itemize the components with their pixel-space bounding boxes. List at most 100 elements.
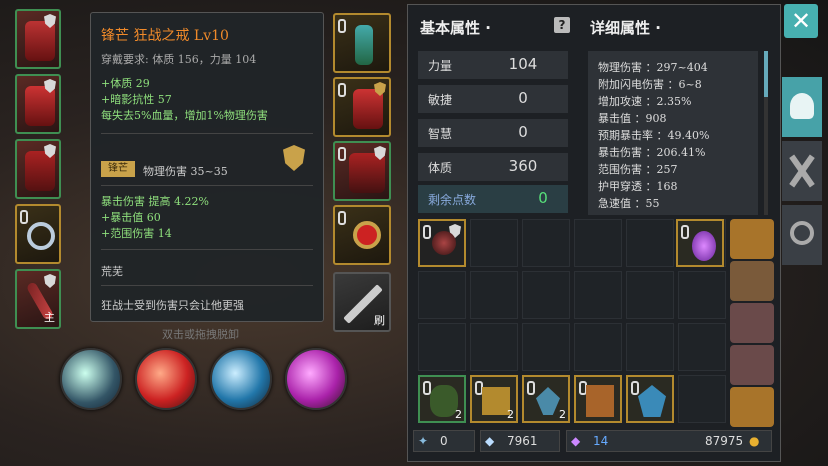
gem-icon bbox=[638, 385, 666, 417]
helmet-tab-icon bbox=[790, 93, 814, 119]
detail-line: 护甲穿透 ：168 bbox=[598, 180, 678, 193]
attr-remaining-points: 剩余点数 0 bbox=[418, 185, 568, 213]
inventory-cell[interactable] bbox=[522, 271, 570, 319]
inventory-item-crystal-shard[interactable]: 2 bbox=[522, 375, 570, 423]
chain-icon bbox=[20, 210, 28, 224]
book-icon bbox=[586, 385, 614, 417]
equip-slot-gloves[interactable] bbox=[333, 77, 391, 137]
skill-dark-strike[interactable] bbox=[285, 348, 347, 410]
inventory-cell[interactable] bbox=[626, 323, 674, 371]
equip-slot-helmet[interactable] bbox=[15, 9, 61, 69]
inventory-cell[interactable] bbox=[678, 323, 726, 371]
item-crit-1: 暴击伤害 提高 4.22% bbox=[101, 195, 209, 208]
tab-weapons[interactable] bbox=[782, 141, 822, 201]
item-flavor: 狂战士受到伤害只会让他更强 bbox=[101, 299, 244, 312]
skill-claw[interactable] bbox=[135, 348, 197, 410]
scroll-icon bbox=[482, 387, 510, 415]
crystal-icon bbox=[536, 387, 560, 415]
inventory-cell[interactable] bbox=[418, 271, 466, 319]
orb-icon bbox=[432, 231, 456, 255]
inventory-item-potion[interactable] bbox=[676, 219, 724, 267]
inventory-cell[interactable] bbox=[522, 323, 570, 371]
detail-line: 范围伤害 ：257 bbox=[598, 163, 678, 176]
gear-icon bbox=[790, 221, 814, 245]
equip-slot-boots[interactable] bbox=[333, 141, 391, 201]
item-requirement: 穿戴要求: 体质 156，力量 104 bbox=[101, 53, 257, 66]
chain-icon bbox=[631, 381, 639, 395]
bag-tab-1[interactable] bbox=[730, 219, 774, 259]
equip-slot-sword[interactable]: 刷 bbox=[333, 272, 391, 332]
detail-line: 预期暴击率 ：49.40% bbox=[598, 129, 710, 142]
inventory-cell[interactable] bbox=[470, 323, 518, 371]
inventory-item-scroll[interactable]: 2 bbox=[470, 375, 518, 423]
inventory-cell[interactable] bbox=[574, 219, 622, 267]
attr-agility: 敏捷 0 bbox=[418, 85, 568, 113]
gem-currency-icon: ◆ bbox=[485, 434, 495, 448]
detail-line: 附加闪电伤害 ：6~8 bbox=[598, 78, 702, 91]
inventory-cell[interactable] bbox=[678, 271, 726, 319]
bag-tab-3[interactable] bbox=[730, 303, 774, 343]
item-bonus-2: +暗影抗性 57 bbox=[101, 93, 172, 106]
item-quality: 荒芜 bbox=[101, 265, 123, 278]
currency-bar-gold: ◆ 14 87975 ● bbox=[566, 430, 772, 452]
item-set-badge: 锋芒 bbox=[101, 161, 135, 177]
inventory-cell[interactable] bbox=[470, 271, 518, 319]
amulet-icon bbox=[355, 25, 373, 65]
item-phys-damage: 物理伤害 35~35 bbox=[143, 165, 228, 178]
tab-helmet[interactable] bbox=[782, 77, 822, 137]
gold-coin-icon: ● bbox=[749, 434, 760, 448]
inventory-item-gem[interactable] bbox=[626, 375, 674, 423]
divider bbox=[101, 133, 313, 134]
divider bbox=[101, 249, 313, 250]
inventory-cell[interactable] bbox=[470, 219, 518, 267]
inventory-cell[interactable] bbox=[626, 219, 674, 267]
item-bonus-3: 每失去5%血量，增加1%物理伤害 bbox=[101, 109, 268, 122]
inventory-cell[interactable] bbox=[626, 271, 674, 319]
crystal-currency-icon: ◆ bbox=[571, 434, 581, 448]
skill-slash[interactable] bbox=[60, 348, 122, 410]
green-bag-icon bbox=[430, 385, 458, 417]
chain-icon bbox=[338, 211, 346, 225]
ruby-ring-icon bbox=[353, 221, 381, 249]
detail-attr-list: 物理伤害 ：297~404 附加闪电伤害 ：6~8 增加攻速 ：2.35% 暴击… bbox=[588, 51, 758, 215]
divider bbox=[101, 285, 313, 286]
equip-slot-weapon[interactable]: 主 bbox=[15, 269, 61, 329]
bag-tab-4[interactable] bbox=[730, 345, 774, 385]
character-panel: 基本属性 · ? 详细属性 · 力量 104 敏捷 0 智慧 0 体质 360 … bbox=[407, 4, 781, 462]
equip-slot-ring[interactable] bbox=[15, 204, 61, 264]
equip-slot-chest[interactable] bbox=[15, 74, 61, 134]
unequip-hint: 双击或拖拽脱卸 bbox=[162, 328, 239, 341]
detail-attr-header: 详细属性 · bbox=[590, 19, 661, 37]
inventory-cell[interactable] bbox=[418, 323, 466, 371]
chain-icon bbox=[681, 225, 689, 239]
detail-line: 增加攻速 ：2.35% bbox=[598, 95, 692, 108]
chain-icon bbox=[338, 147, 346, 161]
chain-icon bbox=[423, 225, 431, 239]
inventory-item-orb[interactable] bbox=[418, 219, 466, 267]
detail-scroll-thumb[interactable] bbox=[764, 51, 768, 97]
refresh-tag: 刷 bbox=[374, 314, 385, 327]
detail-line: 暴击值 ：908 bbox=[598, 112, 667, 125]
help-icon[interactable]: ? bbox=[554, 17, 570, 33]
shield-icon bbox=[44, 274, 56, 288]
potion-icon bbox=[692, 231, 716, 261]
inventory-item-book[interactable] bbox=[574, 375, 622, 423]
item-crit-2: +暴击值 60 bbox=[101, 211, 161, 224]
bag-tab-5[interactable] bbox=[730, 387, 774, 427]
inventory-item-bag[interactable]: 2 bbox=[418, 375, 466, 423]
skill-whirlwind[interactable] bbox=[210, 348, 272, 410]
inventory-cell[interactable] bbox=[574, 323, 622, 371]
bag-tab-2[interactable] bbox=[730, 261, 774, 301]
equip-slot-ring-2[interactable] bbox=[333, 205, 391, 265]
detail-line: 物理伤害 ：297~404 bbox=[598, 61, 708, 74]
chain-icon bbox=[338, 19, 346, 33]
ring-icon bbox=[27, 222, 55, 250]
tab-settings[interactable] bbox=[782, 205, 822, 265]
equip-slot-legs[interactable] bbox=[15, 139, 61, 199]
inventory-cell[interactable] bbox=[522, 219, 570, 267]
close-button[interactable]: ✕ bbox=[784, 4, 818, 38]
attr-strength: 力量 104 bbox=[418, 51, 568, 79]
inventory-cell[interactable] bbox=[574, 271, 622, 319]
inventory-cell[interactable] bbox=[678, 375, 726, 423]
equip-slot-amulet[interactable] bbox=[333, 13, 391, 73]
